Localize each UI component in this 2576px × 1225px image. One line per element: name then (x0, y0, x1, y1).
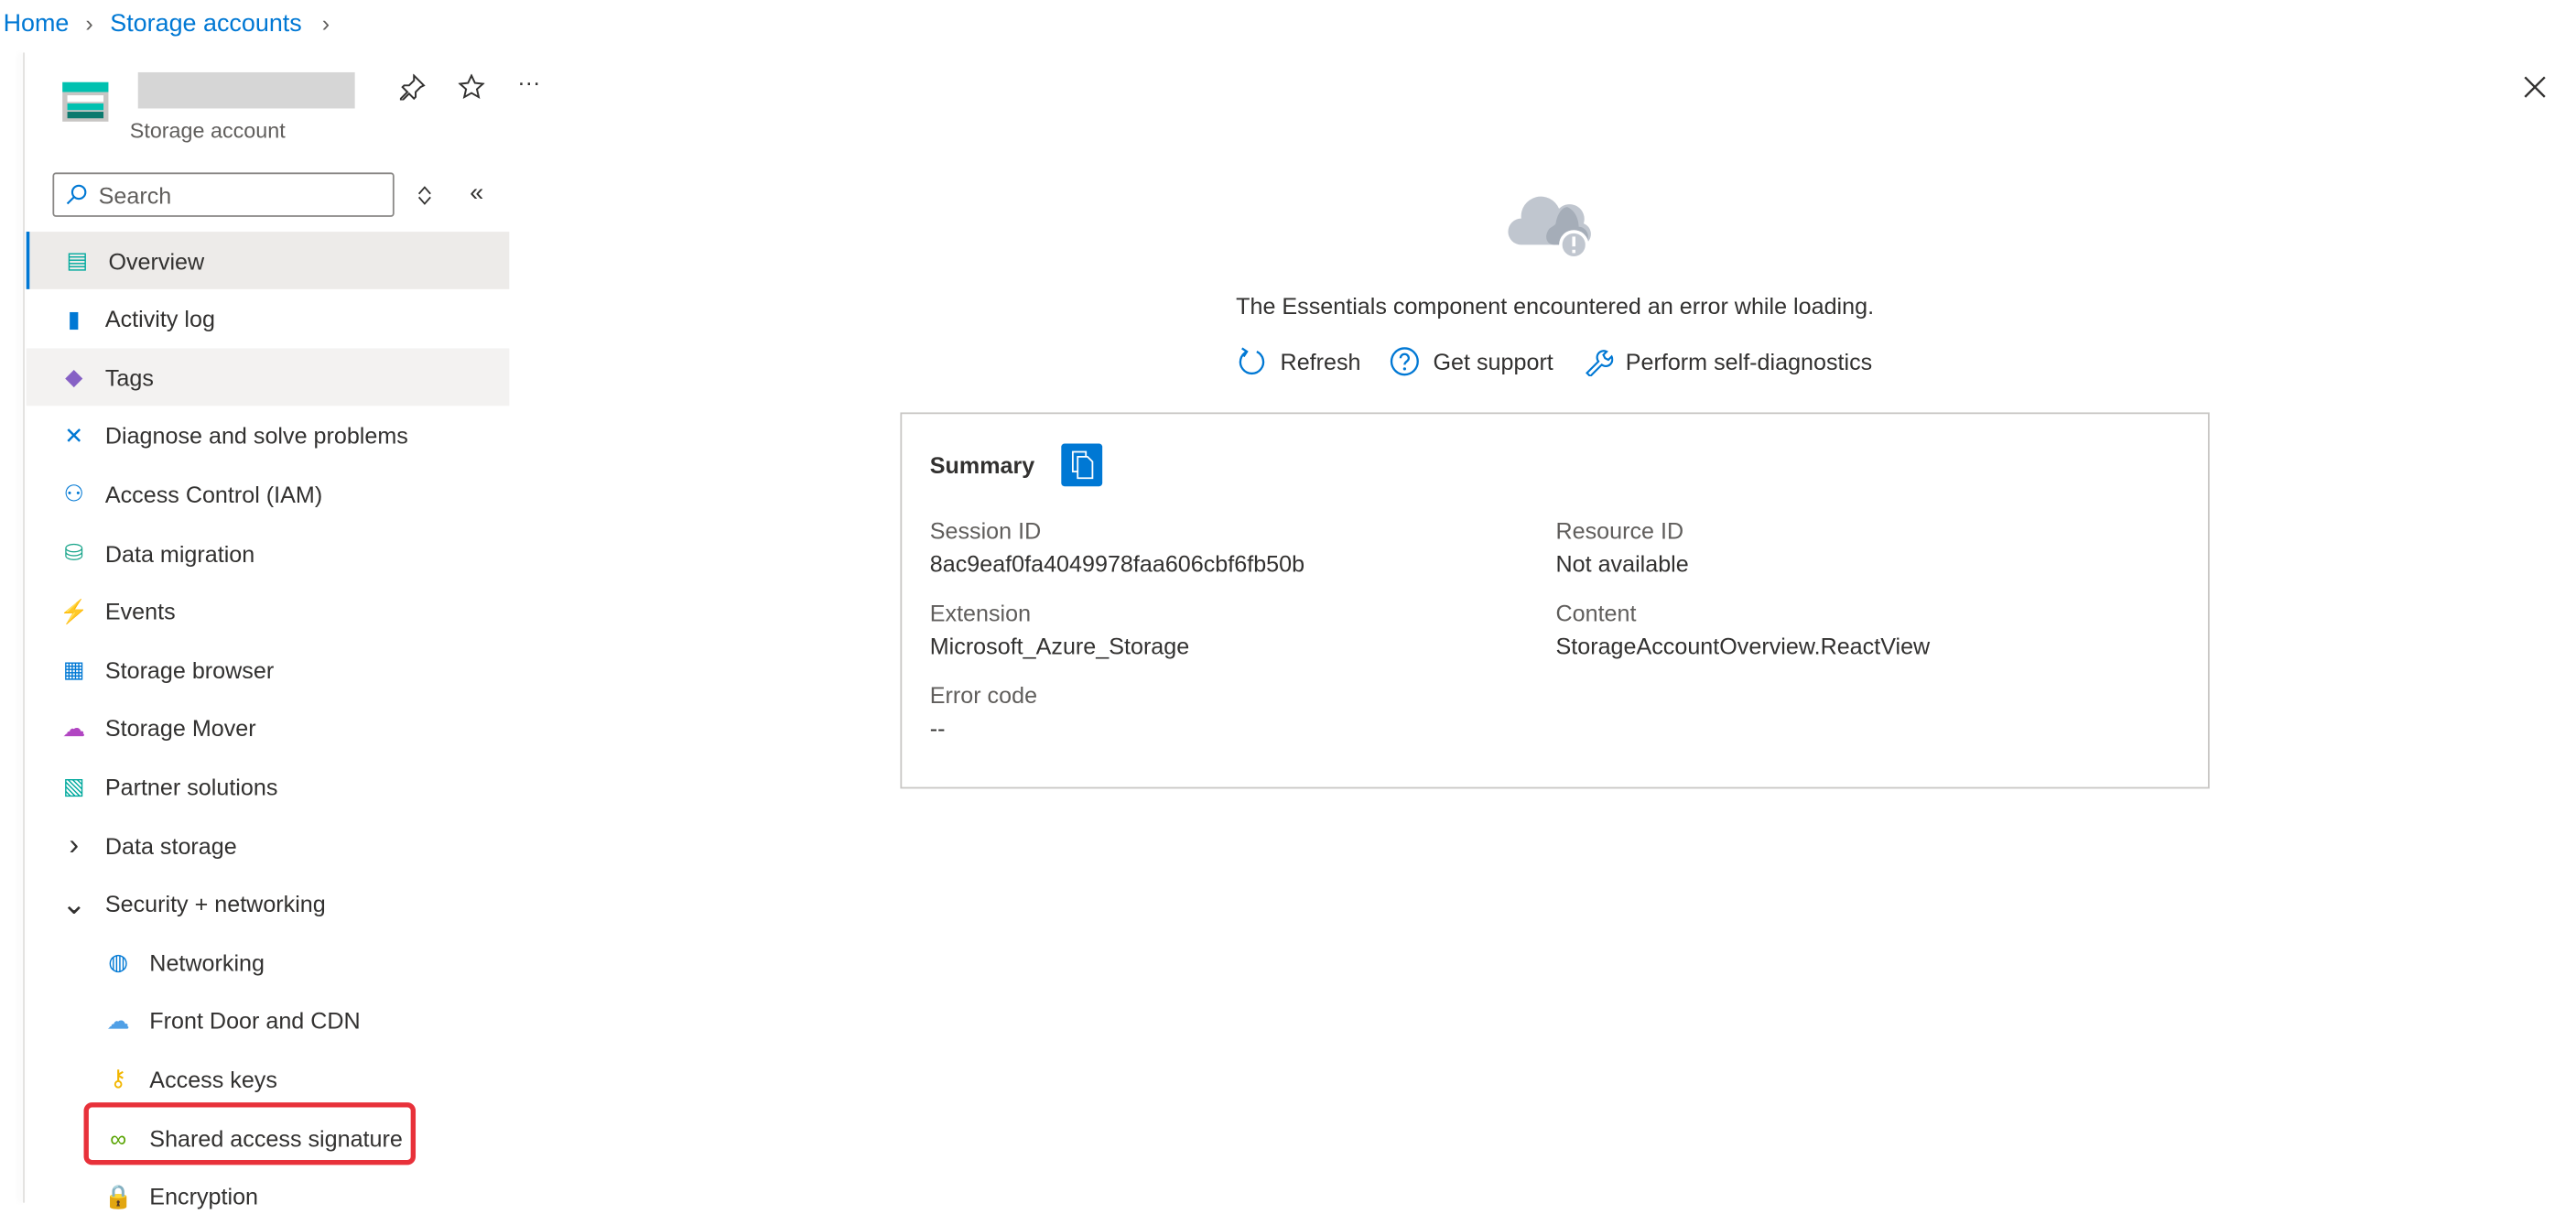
self-diagnostics-label: Perform self-diagnostics (1625, 348, 1873, 375)
sidebar-item-access-keys[interactable]: ⚷ Access keys (27, 1050, 510, 1108)
storage-overview-icon: ▤ (66, 246, 89, 273)
sidebar-item-networking[interactable]: ◍ Networking (27, 934, 510, 992)
chevron-down-icon: ⌄ (61, 886, 87, 920)
sidebar-item-label: Data migration (104, 539, 255, 567)
storage-account-icon (62, 81, 109, 122)
partner-icon: ▧ (62, 773, 85, 799)
sidebar-item-label: Storage browser (104, 656, 275, 683)
sidebar-item-diagnose-and-solve-problems[interactable]: ✕ Diagnose and solve problems (27, 407, 510, 465)
sidebar-item-label: Security + networking (104, 890, 326, 917)
sidebar-item-front-door-and-cdn[interactable]: ☁ Front Door and CDN (27, 992, 510, 1050)
breadcrumb-home[interactable]: Home (4, 10, 70, 38)
summary-card: Summary Session ID 8ac9eaf0fa4049978faa6… (900, 412, 2210, 789)
sidebar-item-events[interactable]: ⚡ Events (27, 582, 510, 640)
chevron-right-icon: › (69, 828, 80, 862)
error-code-value: -- (929, 714, 946, 742)
lightning-icon: ⚡ (60, 597, 89, 624)
sort-icon[interactable] (417, 186, 432, 206)
error-actions: Refresh Get support Perform self-diagnos… (900, 345, 2209, 378)
resource-id-value: Not available (1555, 550, 1689, 577)
resource-id-label: Resource ID (1555, 517, 1684, 545)
sidebar-item-label: Front Door and CDN (149, 1007, 361, 1035)
extension-label: Extension (929, 600, 1032, 626)
wrench-icon (1585, 350, 1613, 376)
sidebar-item-label: Data storage (104, 831, 237, 859)
summary-title: Summary (929, 451, 1035, 479)
sidebar-item-security-networking[interactable]: ⌄ Security + networking (27, 875, 510, 933)
sidebar-item-label: Storage Mover (104, 715, 256, 742)
close-icon[interactable] (2524, 76, 2547, 99)
highlight-box (83, 1102, 417, 1165)
lock-icon: 🔒 (103, 1182, 133, 1209)
sidebar-item-storage-mover[interactable]: ☁ Storage Mover (27, 699, 510, 757)
sidebar-item-activity-log[interactable]: ▮ Activity log (27, 290, 510, 348)
sidebar-item-overview[interactable]: ▤ Overview (26, 232, 510, 289)
networking-icon: ◍ (108, 948, 129, 975)
sidebar-item-data-storage[interactable]: › Data storage (27, 817, 510, 874)
refresh-button[interactable]: Refresh (1238, 345, 1361, 378)
get-support-label: Get support (1433, 348, 1553, 375)
resource-name-redacted (137, 71, 355, 109)
copy-button[interactable] (1061, 443, 1103, 487)
pin-icon[interactable] (399, 73, 426, 101)
sidebar-item-label: Access keys (149, 1066, 277, 1093)
sidebar-item-label: Diagnose and solve problems (104, 422, 408, 450)
sidebar-item-label: Overview (108, 247, 205, 274)
wrench-icon: ✕ (64, 421, 84, 449)
refresh-label: Refresh (1280, 348, 1361, 375)
sidebar-item-data-migration[interactable]: ⛁ Data migration (27, 524, 510, 581)
cloud-error-icon (1508, 196, 1591, 260)
tag-icon: ◆ (65, 363, 83, 390)
data-migration-icon: ⛁ (64, 538, 84, 566)
key-icon: ⚷ (109, 1065, 127, 1092)
resource-type: Storage account (129, 118, 286, 144)
error-code-label: Error code (929, 681, 1038, 709)
extension-value: Microsoft_Azure_Storage (929, 632, 1190, 659)
more-options-button[interactable]: ··· (517, 69, 540, 95)
get-support-button[interactable]: Get support (1391, 345, 1553, 378)
sidebar-item-label: Events (104, 598, 176, 625)
chevron-right-icon: › (85, 9, 93, 37)
activity-log-icon: ▮ (67, 305, 81, 331)
search-icon (66, 184, 87, 205)
refresh-icon (1239, 347, 1265, 375)
sidebar-item-partner-solutions[interactable]: ▧ Partner solutions (27, 758, 510, 816)
search-placeholder: Search (98, 181, 172, 209)
sidebar-item-tags[interactable]: ◆ Tags (26, 348, 510, 407)
help-icon (1391, 347, 1420, 376)
sidebar-item-label: Access Control (IAM) (104, 481, 323, 508)
session-id-value: 8ac9eaf0fa4049978faa606cbf6fb50b (929, 550, 1305, 577)
blade-edge (23, 52, 25, 1203)
copy-icon (1071, 450, 1093, 480)
star-icon[interactable] (458, 73, 485, 101)
collapse-sidebar-icon[interactable]: « (470, 179, 483, 208)
sidebar-item-storage-browser[interactable]: ▦ Storage browser (27, 641, 510, 699)
content-value: StorageAccountOverview.ReactView (1555, 632, 1931, 659)
breadcrumb-storage-accounts[interactable]: Storage accounts (110, 10, 302, 38)
sidebar-item-label: Partner solutions (104, 774, 278, 800)
sidebar-item-label: Tags (104, 363, 154, 391)
error-message: The Essentials component encountered an … (1236, 292, 1875, 320)
storage-browser-icon: ▦ (62, 656, 85, 683)
sidebar-item-label: Networking (149, 949, 265, 976)
self-diagnostics-button[interactable]: Perform self-diagnostics (1583, 345, 1872, 378)
sidebar-item-access-control-iam[interactable]: ⚇ Access Control (IAM) (27, 466, 510, 524)
sidebar-item-label: Encryption (149, 1183, 259, 1209)
sidebar-item-encryption[interactable]: 🔒 Encryption (27, 1167, 510, 1225)
storage-mover-icon: ☁ (62, 714, 86, 742)
chevron-right-icon: › (321, 9, 330, 37)
sidebar-item-label: Activity log (104, 305, 215, 332)
content-label: Content (1555, 600, 1637, 626)
cdn-icon: ☁ (106, 1006, 130, 1034)
search-input[interactable]: Search (52, 172, 395, 217)
session-id-label: Session ID (929, 517, 1042, 545)
people-icon: ⚇ (63, 480, 85, 507)
